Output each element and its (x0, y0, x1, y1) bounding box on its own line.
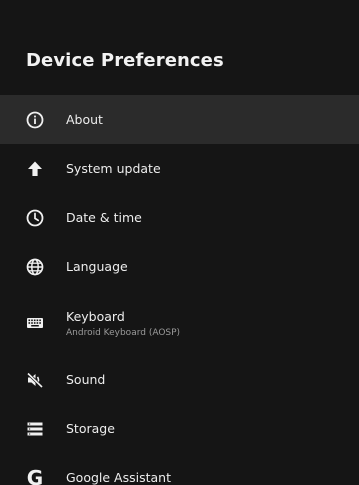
globe-icon (25, 257, 45, 277)
menu-item-label: Google Assistant (66, 470, 171, 485)
menu-item-keyboard[interactable]: Keyboard Android Keyboard (AOSP) (0, 291, 359, 355)
sound-muted-icon (25, 370, 45, 390)
info-icon (25, 110, 45, 130)
storage-icon (25, 419, 45, 439)
clock-icon (25, 208, 45, 228)
menu-item-label: Storage (66, 421, 115, 436)
settings-menu: About System update Date & time Language… (0, 95, 359, 485)
menu-item-label: Date & time (66, 210, 142, 225)
menu-item-system-update[interactable]: System update (0, 144, 359, 193)
menu-item-google-assistant[interactable]: G Google Assistant (0, 453, 359, 485)
page-title: Device Preferences (26, 50, 224, 71)
keyboard-icon (25, 313, 45, 333)
device-preferences-screen: Device Preferences About System update D… (0, 0, 359, 485)
menu-item-label: Keyboard (66, 308, 125, 324)
menu-item-date-time[interactable]: Date & time (0, 193, 359, 242)
menu-item-label: System update (66, 161, 161, 176)
menu-item-sound[interactable]: Sound (0, 355, 359, 404)
arrow-up-icon (25, 159, 45, 179)
menu-item-label: Language (66, 259, 128, 274)
menu-item-language[interactable]: Language (0, 242, 359, 291)
header: Device Preferences (0, 0, 359, 92)
menu-item-label: About (66, 112, 103, 127)
menu-item-storage[interactable]: Storage (0, 404, 359, 453)
menu-item-about[interactable]: About (0, 95, 359, 144)
google-icon: G (26, 465, 44, 485)
menu-item-label: Sound (66, 372, 106, 387)
menu-item-sublabel: Android Keyboard (AOSP) (66, 327, 181, 338)
